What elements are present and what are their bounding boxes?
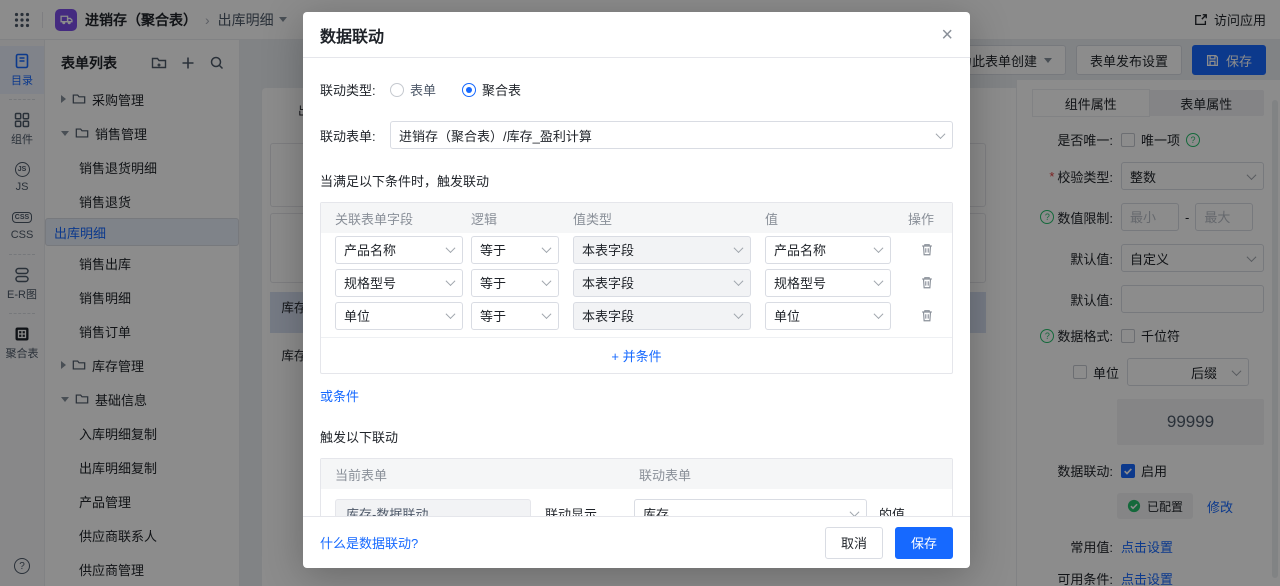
value-select[interactable]: 产品名称 xyxy=(765,236,891,264)
field-select[interactable]: 产品名称 xyxy=(335,236,463,264)
chevron-down-icon xyxy=(542,243,552,253)
save-button[interactable]: 保存 xyxy=(895,527,953,559)
close-icon[interactable]: × xyxy=(941,25,953,45)
chevron-down-icon xyxy=(734,243,744,253)
modal-header: 数据联动 × xyxy=(303,12,970,58)
logic-select[interactable]: 等于 xyxy=(471,236,559,264)
condition-table-header: 关联表单字段 逻辑 值类型 值 操作 xyxy=(321,203,952,233)
value-select[interactable]: 规格型号 xyxy=(765,269,891,297)
field-select[interactable]: 单位 xyxy=(335,302,463,330)
linkage-form-select[interactable]: 进销存（聚合表）/库存_盈利计算 xyxy=(390,121,953,149)
value-type-select[interactable]: 本表字段 xyxy=(573,302,751,330)
chevron-down-icon xyxy=(446,243,456,253)
condition-row: 单位 等于 本表字段 单位 xyxy=(321,299,952,332)
modal-title: 数据联动 xyxy=(320,23,941,47)
value-suffix-label: 的值 xyxy=(879,504,905,517)
or-condition-link[interactable]: 或条件 xyxy=(320,386,359,405)
condition-section-title: 当满足以下条件时，触发联动 xyxy=(320,171,953,190)
chevron-down-icon xyxy=(874,309,884,319)
trigger-table: 当前表单 联动表单 库存-数据联动 联动显示 库存 的值 xyxy=(320,458,953,516)
condition-row: 规格型号 等于 本表字段 规格型号 xyxy=(321,266,952,299)
chevron-down-icon xyxy=(874,276,884,286)
chevron-down-icon xyxy=(542,309,552,319)
what-is-linkage-link[interactable]: 什么是数据联动? xyxy=(320,533,418,552)
data-linkage-modal: 数据联动 × 联动类型: 表单 聚合表 联动表单: xyxy=(303,12,970,568)
delete-icon[interactable] xyxy=(920,275,934,290)
chevron-down-icon xyxy=(850,507,860,516)
linkage-display-label: 联动显示 xyxy=(545,504,597,517)
chevron-down-icon xyxy=(542,276,552,286)
chevron-down-icon xyxy=(734,276,744,286)
chevron-down-icon xyxy=(734,309,744,319)
chevron-down-icon xyxy=(936,129,946,139)
delete-icon[interactable] xyxy=(920,242,934,257)
trigger-section-title: 触发以下联动 xyxy=(320,427,953,446)
logic-select[interactable]: 等于 xyxy=(471,302,559,330)
linkage-type-label: 联动类型: xyxy=(320,80,390,99)
target-field-select[interactable]: 库存 xyxy=(634,499,867,516)
modal-footer: 什么是数据联动? 取消 保存 xyxy=(303,516,970,568)
cancel-button[interactable]: 取消 xyxy=(825,527,883,559)
radio-aggregate-table[interactable]: 聚合表 xyxy=(462,80,521,99)
radio-form[interactable]: 表单 xyxy=(390,80,436,99)
modal-body: 联动类型: 表单 聚合表 联动表单: 进销存（聚合表）/库存_盈利计算 xyxy=(303,58,970,516)
logic-select[interactable]: 等于 xyxy=(471,269,559,297)
trigger-row: 库存-数据联动 联动显示 库存 的值 xyxy=(321,489,952,516)
radio-icon xyxy=(390,83,404,97)
value-type-select[interactable]: 本表字段 xyxy=(573,236,751,264)
condition-table: 关联表单字段 逻辑 值类型 值 操作 产品名称 等于 本表字段 产品名称 规格型… xyxy=(320,202,953,374)
value-select[interactable]: 单位 xyxy=(765,302,891,330)
linkage-form-row: 联动表单: 进销存（聚合表）/库存_盈利计算 xyxy=(320,121,953,149)
value-type-select[interactable]: 本表字段 xyxy=(573,269,751,297)
chevron-down-icon xyxy=(874,243,884,253)
chevron-down-icon xyxy=(446,276,456,286)
app-root: 进销存（聚合表） › 出库明细 访问应用 目录 组件 JS xyxy=(0,0,1280,586)
field-select[interactable]: 规格型号 xyxy=(335,269,463,297)
chevron-down-icon xyxy=(446,309,456,319)
linkage-form-label: 联动表单: xyxy=(320,126,390,145)
linkage-type-radio-group: 表单 聚合表 xyxy=(390,80,521,99)
add-and-condition-link[interactable]: + 并条件 xyxy=(321,337,952,373)
linkage-type-row: 联动类型: 表单 聚合表 xyxy=(320,80,953,99)
trigger-table-header: 当前表单 联动表单 xyxy=(321,459,952,489)
current-field-input: 库存-数据联动 xyxy=(335,499,531,516)
condition-row: 产品名称 等于 本表字段 产品名称 xyxy=(321,233,952,266)
delete-icon[interactable] xyxy=(920,308,934,323)
radio-selected-icon xyxy=(462,83,476,97)
